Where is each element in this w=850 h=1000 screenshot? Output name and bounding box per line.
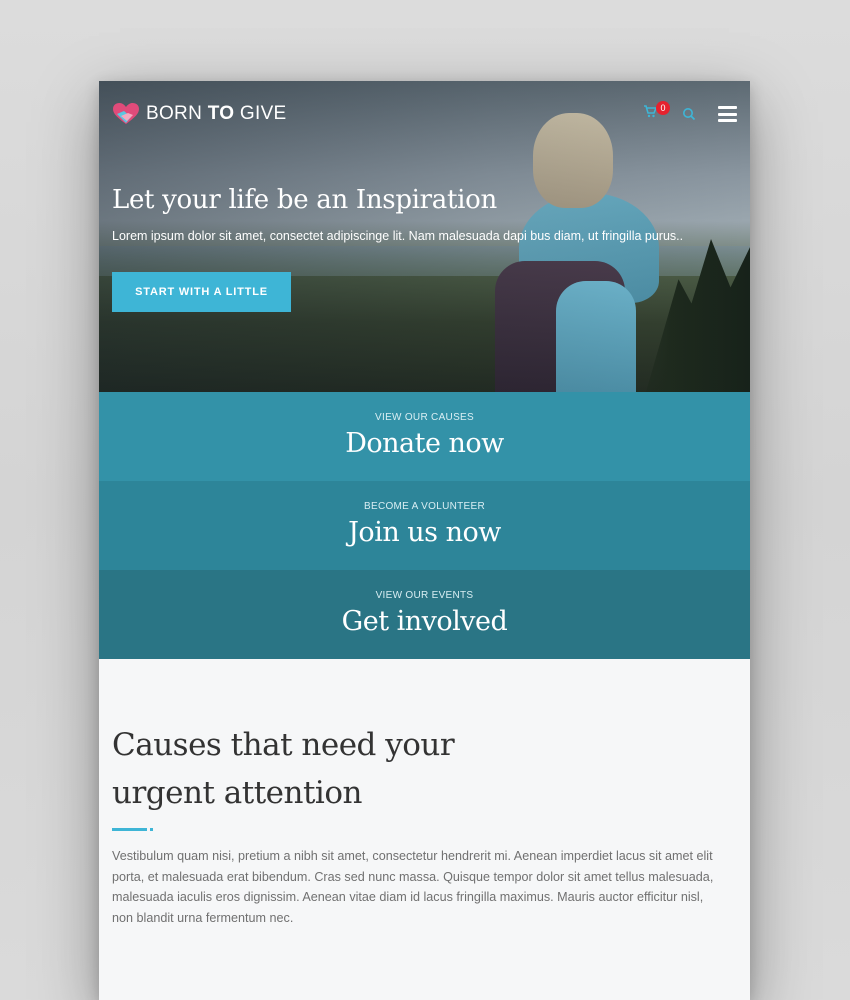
- band-headline: Join us now: [348, 517, 501, 548]
- band-eyebrow: VIEW OUR EVENTS: [375, 590, 474, 601]
- site-logo[interactable]: BORN TO GIVE: [112, 102, 287, 126]
- band-headline: Get involved: [341, 606, 508, 637]
- heading-accent-dot: [150, 828, 153, 831]
- search-icon[interactable]: [682, 107, 696, 121]
- causes-heading: Causes that need your urgent attention: [112, 727, 455, 811]
- hamburger-menu-icon[interactable]: [718, 106, 737, 122]
- band-headline: Donate now: [345, 428, 504, 459]
- heading-accent-line: [112, 828, 147, 831]
- start-with-a-little-button[interactable]: START WITH A LITTLE: [112, 272, 291, 312]
- donate-now-band[interactable]: VIEW OUR CAUSES Donate now: [99, 392, 750, 481]
- band-eyebrow: VIEW OUR CAUSES: [375, 412, 474, 423]
- causes-description: Vestibulum quam nisi, pretium a nibh sit…: [112, 849, 714, 925]
- hero-section: BORN TO GIVE 0 Let your life be an Inspi…: [99, 81, 750, 392]
- device-frame: BORN TO GIVE 0 Let your life be an Inspi…: [99, 81, 750, 1000]
- site-name: BORN TO GIVE: [146, 103, 287, 124]
- heart-hands-logo-icon: [112, 102, 140, 126]
- hero-subtitle: Lorem ipsum dolor sit amet, consectet ad…: [112, 229, 684, 243]
- band-eyebrow: BECOME A VOLUNTEER: [364, 501, 485, 512]
- get-involved-band[interactable]: VIEW OUR EVENTS Get involved: [99, 570, 750, 659]
- top-navigation: BORN TO GIVE 0: [99, 81, 750, 143]
- cart-count-badge: 0: [656, 101, 670, 115]
- join-us-now-band[interactable]: BECOME A VOLUNTEER Join us now: [99, 481, 750, 570]
- hero-title: Let your life be an Inspiration: [112, 185, 497, 215]
